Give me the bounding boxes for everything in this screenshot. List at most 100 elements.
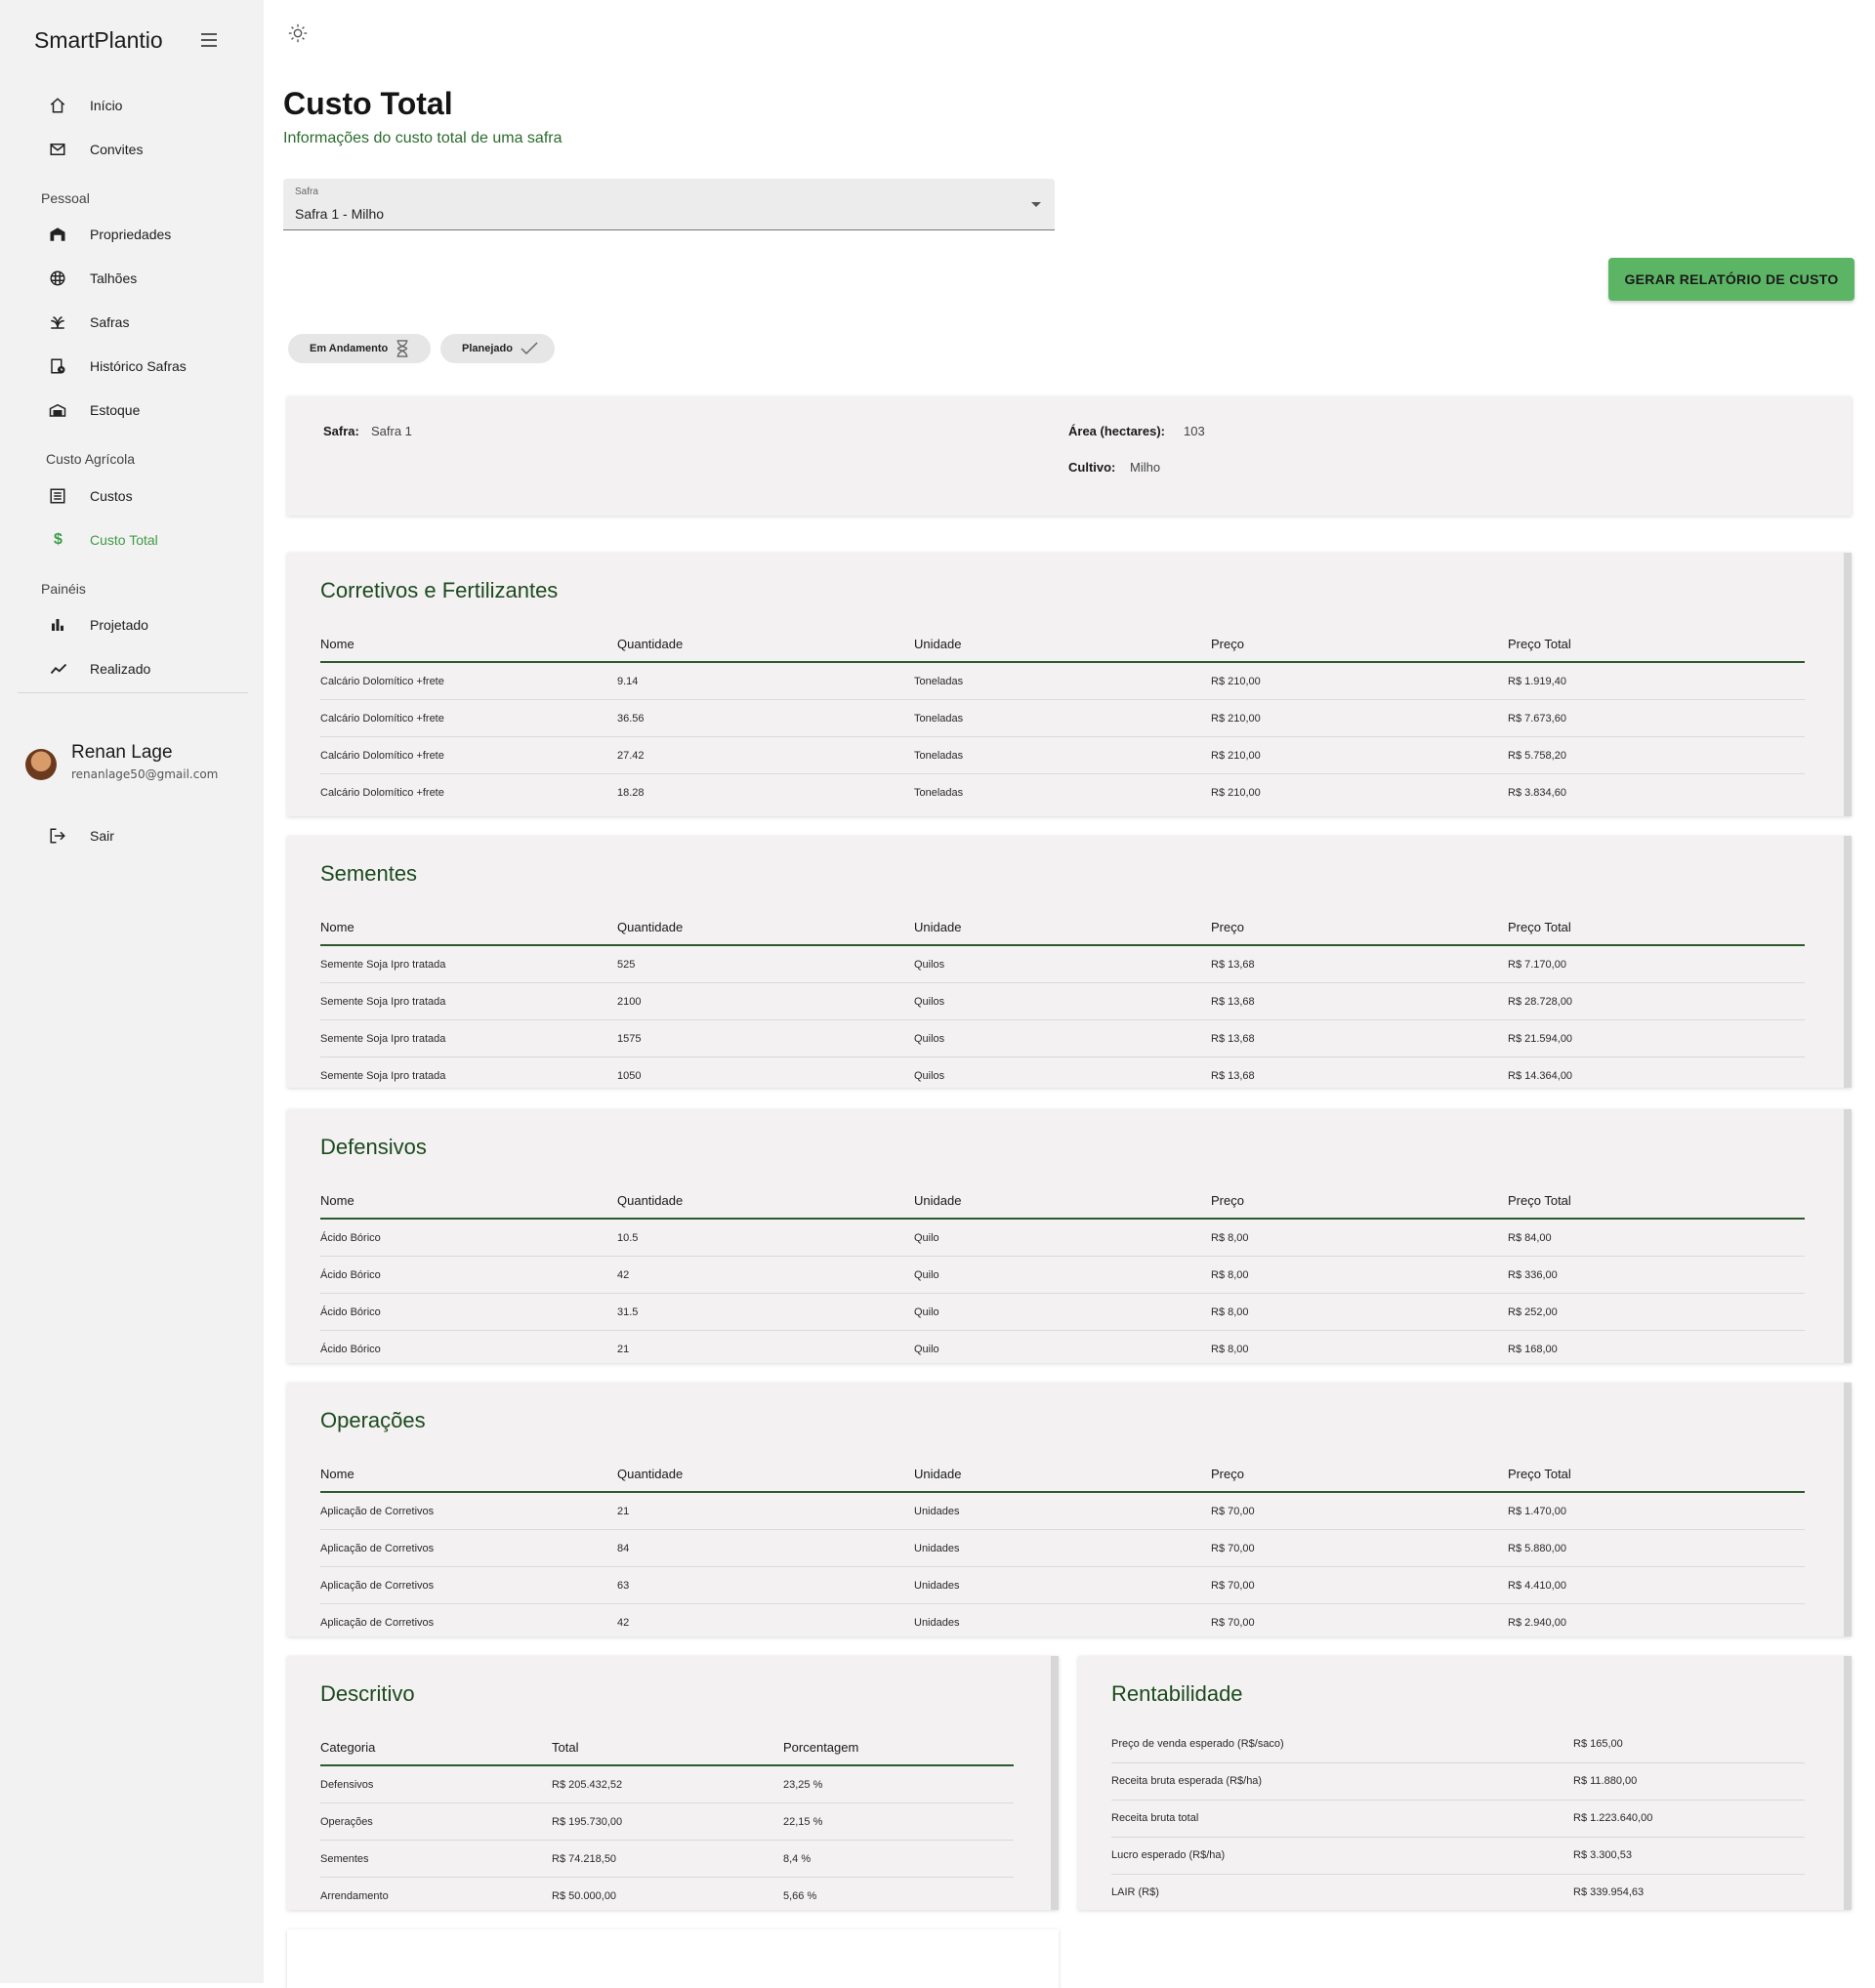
nav-item-custo-total[interactable]: $ Custo Total — [49, 522, 244, 558]
card-operacoes: Operações Nome Quantidade Unidade Preço … — [287, 1383, 1852, 1636]
chip-em-andamento[interactable]: Em Andamento — [288, 334, 431, 363]
table-corretivos: Nome Quantidade Unidade Preço Preço Tota… — [320, 626, 1805, 811]
col-nome: Nome — [320, 920, 354, 934]
nav-label: Custo Total — [90, 532, 158, 548]
safra-select-value: Safra 1 - Milho — [295, 206, 385, 222]
table-row: Receita bruta total R$ 1.223.640,00 — [1111, 1801, 1805, 1838]
nav-label: Realizado — [90, 661, 151, 677]
nav-label: Convites — [90, 142, 144, 157]
table-row: Calcário Dolomítico +frete 9.14 Toneladas R… — [320, 663, 1805, 700]
card-title: Operações — [320, 1408, 426, 1432]
table-row: Semente Soja Ipro tratada 525 Quilos R$ 13,… — [320, 946, 1805, 983]
generate-report-button[interactable]: GERAR RELATÓRIO DE CUSTO — [1608, 258, 1854, 301]
table-row: Aplicação de Corretivos 84 Unidades R$ 70,0… — [320, 1530, 1805, 1567]
nav-label: Estoque — [90, 402, 141, 418]
scrollbar[interactable] — [1844, 553, 1852, 816]
table-defensivos: Nome Quantidade Unidade Preço Preço Tota… — [320, 1182, 1805, 1368]
scrollbar[interactable] — [1844, 1656, 1852, 1910]
card-descritivo: Descritivo Categoria Total Porcentagem D… — [287, 1656, 1059, 1910]
col-preco-total: Preço Total — [1508, 637, 1571, 651]
logout-button[interactable]: Sair — [49, 818, 244, 853]
safra-select-label: Safra — [295, 186, 318, 197]
avatar[interactable] — [25, 749, 57, 780]
section-custo-agricola: Custo Agrícola — [46, 451, 136, 467]
card-defensivos: Defensivos Nome Quantidade Unidade Preço… — [287, 1109, 1852, 1363]
col-preco: Preço — [1211, 920, 1244, 934]
card-chart-partial — [287, 1929, 1059, 1988]
scrollbar[interactable] — [1051, 1656, 1059, 1910]
menu-toggle-icon[interactable] — [201, 33, 221, 51]
nav-item-estoque[interactable]: Estoque — [49, 393, 244, 428]
table-row: Semente Soja Ipro tratada 2100 Quilos R$ 13… — [320, 983, 1805, 1020]
nav-item-realizado[interactable]: Realizado — [49, 651, 244, 686]
nav-item-propriedades[interactable]: Propriedades — [49, 217, 244, 252]
nav-item-inicio[interactable]: Início — [49, 88, 244, 123]
sidebar: SmartPlantio Início Convites Pessoal Pro… — [0, 0, 264, 1983]
table-row: Ácido Bórico 31.5 Quilo R$ 8,00 R$ 252,00 — [320, 1294, 1805, 1331]
scrollbar[interactable] — [1844, 1109, 1852, 1363]
nav-item-convites[interactable]: Convites — [49, 132, 244, 167]
table-header: Nome Quantidade Unidade Preço Preço Tota… — [320, 909, 1805, 946]
page-title: Custo Total — [283, 86, 453, 121]
col-quantidade: Quantidade — [617, 1193, 684, 1208]
chip-label: Em Andamento — [310, 343, 389, 354]
table-row: Calcário Dolomítico +frete 36.56 Toneladas… — [320, 700, 1805, 737]
card-title: Defensivos — [320, 1135, 427, 1159]
table-row: Semente Soja Ipro tratada 1575 Quilos R$ 13… — [320, 1020, 1805, 1057]
safra-select[interactable]: Safra Safra 1 - Milho — [283, 179, 1055, 230]
col-quantidade: Quantidade — [617, 1467, 684, 1481]
col-preco: Preço — [1211, 1193, 1244, 1208]
nav-item-custos[interactable]: Custos — [49, 478, 244, 514]
nav-item-talhoes[interactable]: Talhões — [49, 261, 244, 296]
table-header: Categoria Total Porcentagem — [320, 1729, 1014, 1766]
table-row: Ácido Bórico 10.5 Quilo R$ 8,00 R$ 84,00 — [320, 1220, 1805, 1257]
table-row: Lucro esperado (R$/ha) R$ 3.300,53 — [1111, 1838, 1805, 1875]
card-title: Sementes — [320, 861, 418, 886]
safra-value: Safra 1 — [371, 424, 412, 438]
chip-planejado[interactable]: Planejado — [440, 334, 555, 363]
nav-label: Histórico Safras — [90, 358, 187, 374]
safra-info-card: Safra: Safra 1 Área (hectares): 103 Cult… — [287, 396, 1852, 516]
col-preco: Preço — [1211, 637, 1244, 651]
hourglass-icon — [396, 340, 409, 357]
nav-item-historico-safras[interactable]: Histórico Safras — [49, 349, 244, 384]
table-rentabilidade: Preço de venda esperado (R$/saco) R$ 165,… — [1111, 1726, 1805, 1912]
card-sementes: Sementes Nome Quantidade Unidade Preço P… — [287, 836, 1852, 1088]
nav-label: Custos — [90, 488, 133, 504]
card-rentabilidade: Rentabilidade Preço de venda esperado (R… — [1078, 1656, 1852, 1910]
table-row: Operações R$ 195.730,00 22,15 % — [320, 1803, 1014, 1841]
col-quantidade: Quantidade — [617, 920, 684, 934]
list-icon — [49, 486, 76, 506]
table-row: Defensivos R$ 205.432,52 23,25 % — [320, 1766, 1014, 1803]
col-preco-total: Preço Total — [1508, 1467, 1571, 1481]
dollar-icon: $ — [54, 531, 62, 548]
col-quantidade: Quantidade — [617, 637, 684, 651]
user-email: renanlage50@gmail.com — [71, 767, 219, 781]
col-preco-total: Preço Total — [1508, 1193, 1571, 1208]
col-unidade: Unidade — [914, 1193, 962, 1208]
nav-label: Safras — [90, 314, 130, 330]
col-preco-total: Preço Total — [1508, 920, 1571, 934]
card-title: Descritivo — [320, 1681, 415, 1706]
mail-icon — [49, 140, 76, 159]
table-row: Ácido Bórico 42 Quilo R$ 8,00 R$ 336,00 — [320, 1257, 1805, 1294]
nav-item-safras[interactable]: Safras — [49, 305, 244, 340]
scrollbar[interactable] — [1844, 836, 1852, 1088]
nav-label: Propriedades — [90, 227, 172, 242]
table-row: Aplicação de Corretivos 21 Unidades R$ 70,0… — [320, 1493, 1805, 1530]
scrollbar[interactable] — [1844, 1383, 1852, 1636]
table-row: Calcário Dolomítico +frete 27.42 Toneladas… — [320, 737, 1805, 774]
logout-icon — [49, 826, 76, 846]
bar-chart-icon — [49, 615, 76, 635]
history-icon — [49, 356, 76, 376]
chip-label: Planejado — [462, 343, 513, 354]
safra-key: Safra: — [323, 424, 359, 438]
nav-label: Talhões — [90, 270, 138, 286]
app-brand: SmartPlantio — [34, 27, 163, 53]
table-row: Calcário Dolomítico +frete 18.28 Toneladas… — [320, 787, 1566, 799]
sun-icon[interactable] — [287, 22, 309, 44]
sidebar-divider — [18, 692, 248, 693]
card-title: Rentabilidade — [1111, 1681, 1243, 1706]
grid-icon — [49, 269, 76, 288]
nav-item-projetado[interactable]: Projetado — [49, 607, 244, 642]
